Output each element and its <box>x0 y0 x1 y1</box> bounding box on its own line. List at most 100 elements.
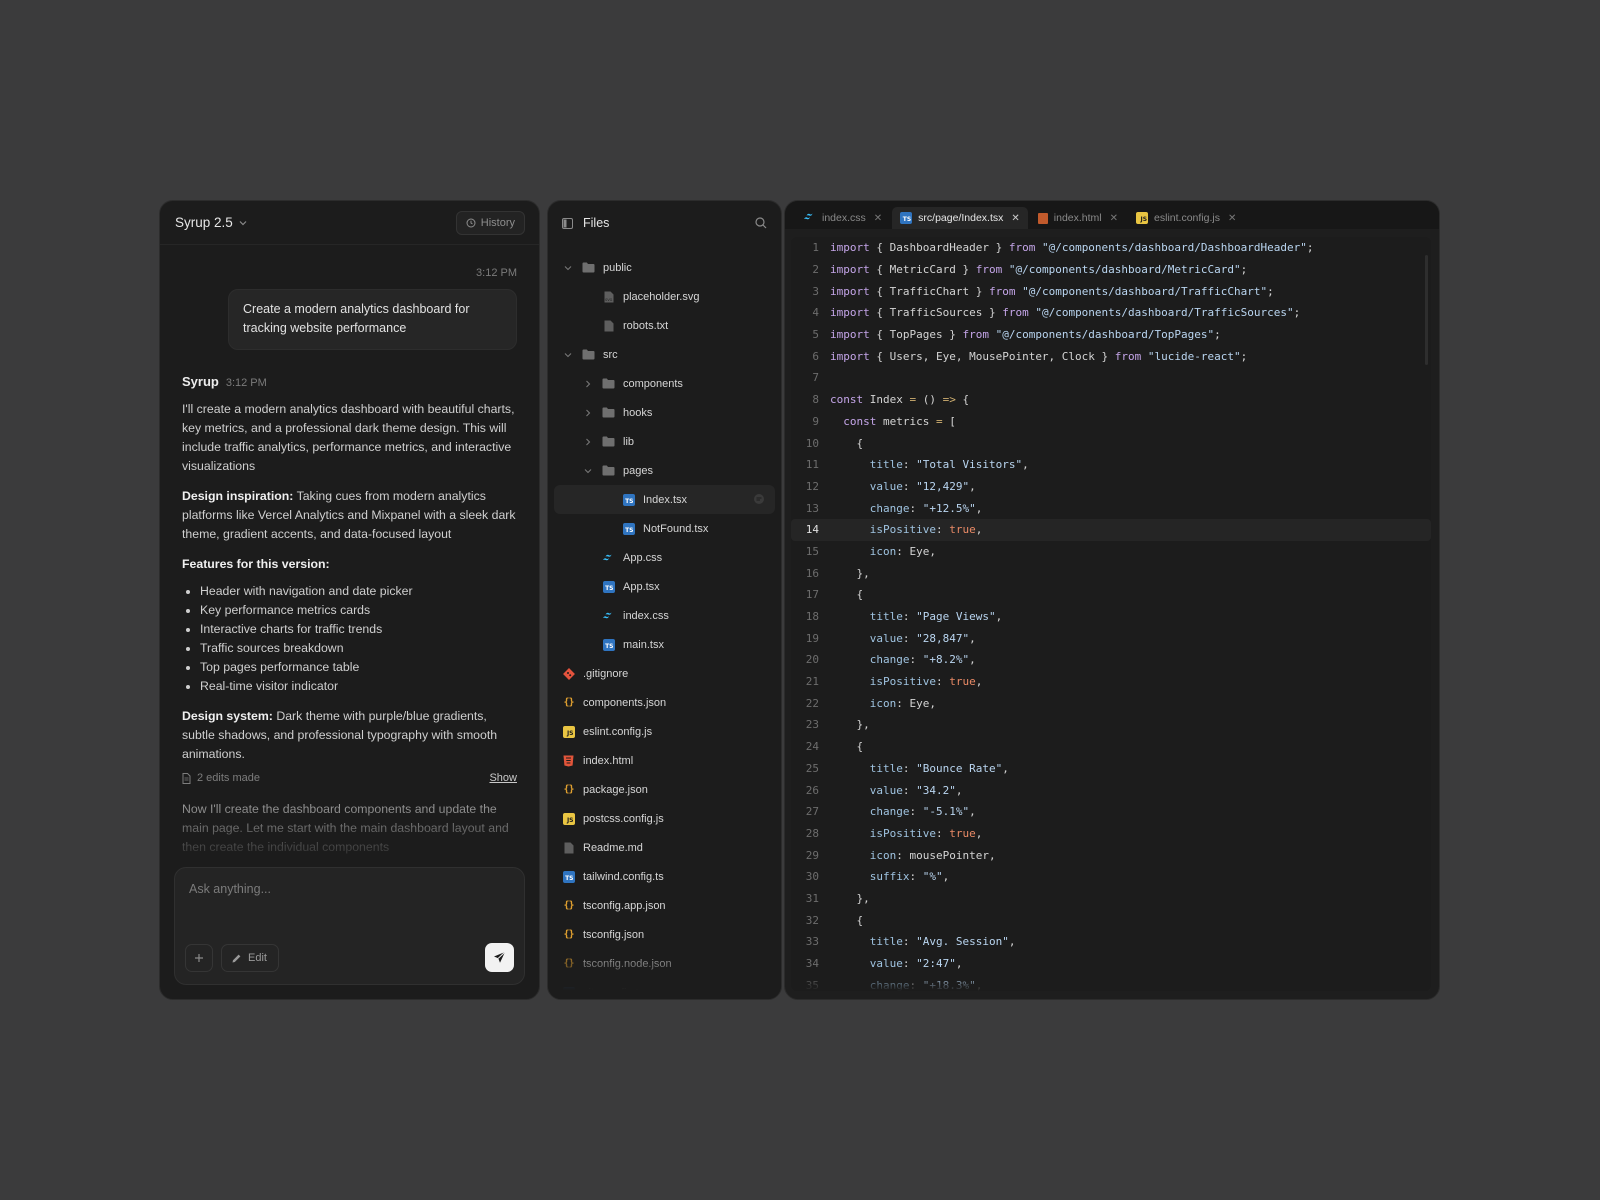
file-item[interactable]: TS vite.config.ts <box>548 978 781 999</box>
code-line[interactable]: 23 }, <box>791 714 1431 736</box>
chat-input[interactable] <box>189 882 489 896</box>
editor-tab[interactable]: JS eslint.config.js ✕ <box>1128 207 1244 229</box>
editor-tab[interactable]: index.css ✕ <box>795 207 890 229</box>
code-line[interactable]: 29 icon: mousePointer, <box>791 844 1431 866</box>
code-line[interactable]: 15 icon: Eye, <box>791 541 1431 563</box>
send-button[interactable] <box>485 943 514 972</box>
file-item[interactable]: robots.txt <box>548 311 781 340</box>
code-line[interactable]: 26 value: "34.2", <box>791 779 1431 801</box>
code-line[interactable]: 4 import { TrafficSources } from "@/compo… <box>791 302 1431 324</box>
folder-item[interactable]: lib <box>548 427 781 456</box>
attach-button[interactable] <box>185 944 213 972</box>
chevron-right-icon[interactable] <box>582 436 594 448</box>
folder-item[interactable]: public <box>548 253 781 282</box>
tree-item-label: postcss.config.js <box>583 812 664 825</box>
tree-item-label: hooks <box>623 406 653 419</box>
file-item[interactable]: {} tsconfig.json <box>548 920 781 949</box>
code-line[interactable]: 13 change: "+12.5%", <box>791 497 1431 519</box>
close-icon[interactable]: ✕ <box>1228 213 1236 224</box>
code-line[interactable]: 11 title: "Total Visitors", <box>791 454 1431 476</box>
chevron-right-icon[interactable] <box>582 378 594 390</box>
file-item[interactable]: TS Index.tsx <box>554 485 775 514</box>
close-icon[interactable]: ✕ <box>874 213 882 224</box>
chat-messages[interactable]: 3:12 PM Create a modern analytics dashbo… <box>160 245 539 873</box>
code-line[interactable]: 20 change: "+8.2%", <box>791 649 1431 671</box>
code-line[interactable]: 9 const metrics = [ <box>791 411 1431 433</box>
file-item[interactable]: JS postcss.config.js <box>548 804 781 833</box>
typescript-icon: TS <box>562 870 575 883</box>
code-line[interactable]: 22 icon: Eye, <box>791 692 1431 714</box>
code-line[interactable]: 16 }, <box>791 562 1431 584</box>
code-line[interactable]: 25 title: "Bounce Rate", <box>791 758 1431 780</box>
chevron-down-icon[interactable] <box>582 465 594 477</box>
folder-item[interactable]: components <box>548 369 781 398</box>
file-item[interactable]: JS eslint.config.js <box>548 717 781 746</box>
code-line[interactable]: 14 isPositive: true, <box>791 518 1431 541</box>
chat-bubble-icon[interactable] <box>753 493 765 508</box>
file-item[interactable]: TS main.tsx <box>548 630 781 659</box>
folder-item[interactable]: pages <box>548 456 781 485</box>
file-item[interactable]: {} tsconfig.app.json <box>548 891 781 920</box>
folder-item[interactable]: hooks <box>548 398 781 427</box>
chevron-down-icon[interactable] <box>562 262 574 274</box>
file-item[interactable]: .gitignore <box>548 659 781 688</box>
file-item[interactable]: SVG placeholder.svg <box>548 282 781 311</box>
file-item[interactable]: TS tailwind.config.ts <box>548 862 781 891</box>
file-item[interactable]: {} components.json <box>548 688 781 717</box>
code-line[interactable]: 7 <box>791 367 1431 389</box>
chevron-down-icon[interactable] <box>562 349 574 361</box>
editor-tab[interactable]: TS src/page/Index.tsx ✕ <box>892 207 1028 229</box>
code-line[interactable]: 10 { <box>791 432 1431 454</box>
code-text: const Index = () => { <box>830 393 970 407</box>
file-item[interactable]: index.css <box>548 601 781 630</box>
code-editor[interactable]: 1 import { DashboardHeader } from "@/comp… <box>791 237 1431 991</box>
code-line[interactable]: 30 suffix: "%", <box>791 866 1431 888</box>
file-item[interactable]: Readme.md <box>548 833 781 862</box>
code-line[interactable]: 35 change: "+18.3%", <box>791 974 1431 991</box>
file-tree[interactable]: public SVG placeholder.svg robots.txt src com… <box>548 253 781 999</box>
chevron-right-icon[interactable] <box>582 407 594 419</box>
file-item[interactable]: App.css <box>548 543 781 572</box>
code-line[interactable]: 21 isPositive: true, <box>791 671 1431 693</box>
line-number: 23 <box>805 718 819 732</box>
code-line[interactable]: 33 title: "Avg. Session", <box>791 931 1431 953</box>
code-line[interactable]: 3 import { TrafficChart } from "@/compone… <box>791 280 1431 302</box>
code-line[interactable]: 27 change: "-5.1%", <box>791 801 1431 823</box>
folder-item[interactable]: src <box>548 340 781 369</box>
file-item[interactable]: TS App.tsx <box>548 572 781 601</box>
close-icon[interactable]: ✕ <box>1011 213 1019 224</box>
code-line[interactable]: 34 value: "2:47", <box>791 953 1431 975</box>
chat-header: Syrup 2.5 History <box>160 201 539 245</box>
code-line[interactable]: 12 value: "12,429", <box>791 476 1431 498</box>
code-text: icon: mousePointer, <box>869 848 996 862</box>
tree-item-label: .gitignore <box>583 667 629 680</box>
code-line[interactable]: 18 title: "Page Views", <box>791 606 1431 628</box>
assistant-intro: I'll create a modern analytics dashboard… <box>182 402 515 473</box>
code-line[interactable]: 2 import { MetricCard } from "@/component… <box>791 259 1431 281</box>
code-line[interactable]: 1 import { DashboardHeader } from "@/comp… <box>791 237 1431 259</box>
file-item[interactable]: TS NotFound.tsx <box>548 514 781 543</box>
sidebar-toggle-icon[interactable] <box>562 217 573 229</box>
line-number: 18 <box>805 610 819 624</box>
file-item[interactable]: {} package.json <box>548 775 781 804</box>
code-line[interactable]: 8 const Index = () => { <box>791 389 1431 411</box>
assistant-message: I'll create a modern analytics dashboard… <box>182 400 517 857</box>
model-selector[interactable]: Syrup 2.5 <box>175 215 247 230</box>
show-edits-link[interactable]: Show <box>489 772 517 784</box>
code-line[interactable]: 24 { <box>791 736 1431 758</box>
edit-button[interactable]: Edit <box>221 944 279 972</box>
code-text: { <box>830 740 864 754</box>
history-button[interactable]: History <box>455 210 525 235</box>
code-line[interactable]: 19 value: "28,847", <box>791 627 1431 649</box>
code-line[interactable]: 28 isPositive: true, <box>791 823 1431 845</box>
file-item[interactable]: {} tsconfig.node.json <box>548 949 781 978</box>
code-line[interactable]: 32 { <box>791 909 1431 931</box>
close-icon[interactable]: ✕ <box>1110 213 1118 224</box>
editor-tab[interactable]: index.html ✕ <box>1030 207 1126 229</box>
search-icon[interactable] <box>755 217 767 229</box>
code-line[interactable]: 5 import { TopPages } from "@/components/… <box>791 324 1431 346</box>
code-line[interactable]: 6 import { Users, Eye, MousePointer, Cloc… <box>791 345 1431 367</box>
code-line[interactable]: 31 }, <box>791 888 1431 910</box>
code-line[interactable]: 17 { <box>791 584 1431 606</box>
file-item[interactable]: index.html <box>548 746 781 775</box>
